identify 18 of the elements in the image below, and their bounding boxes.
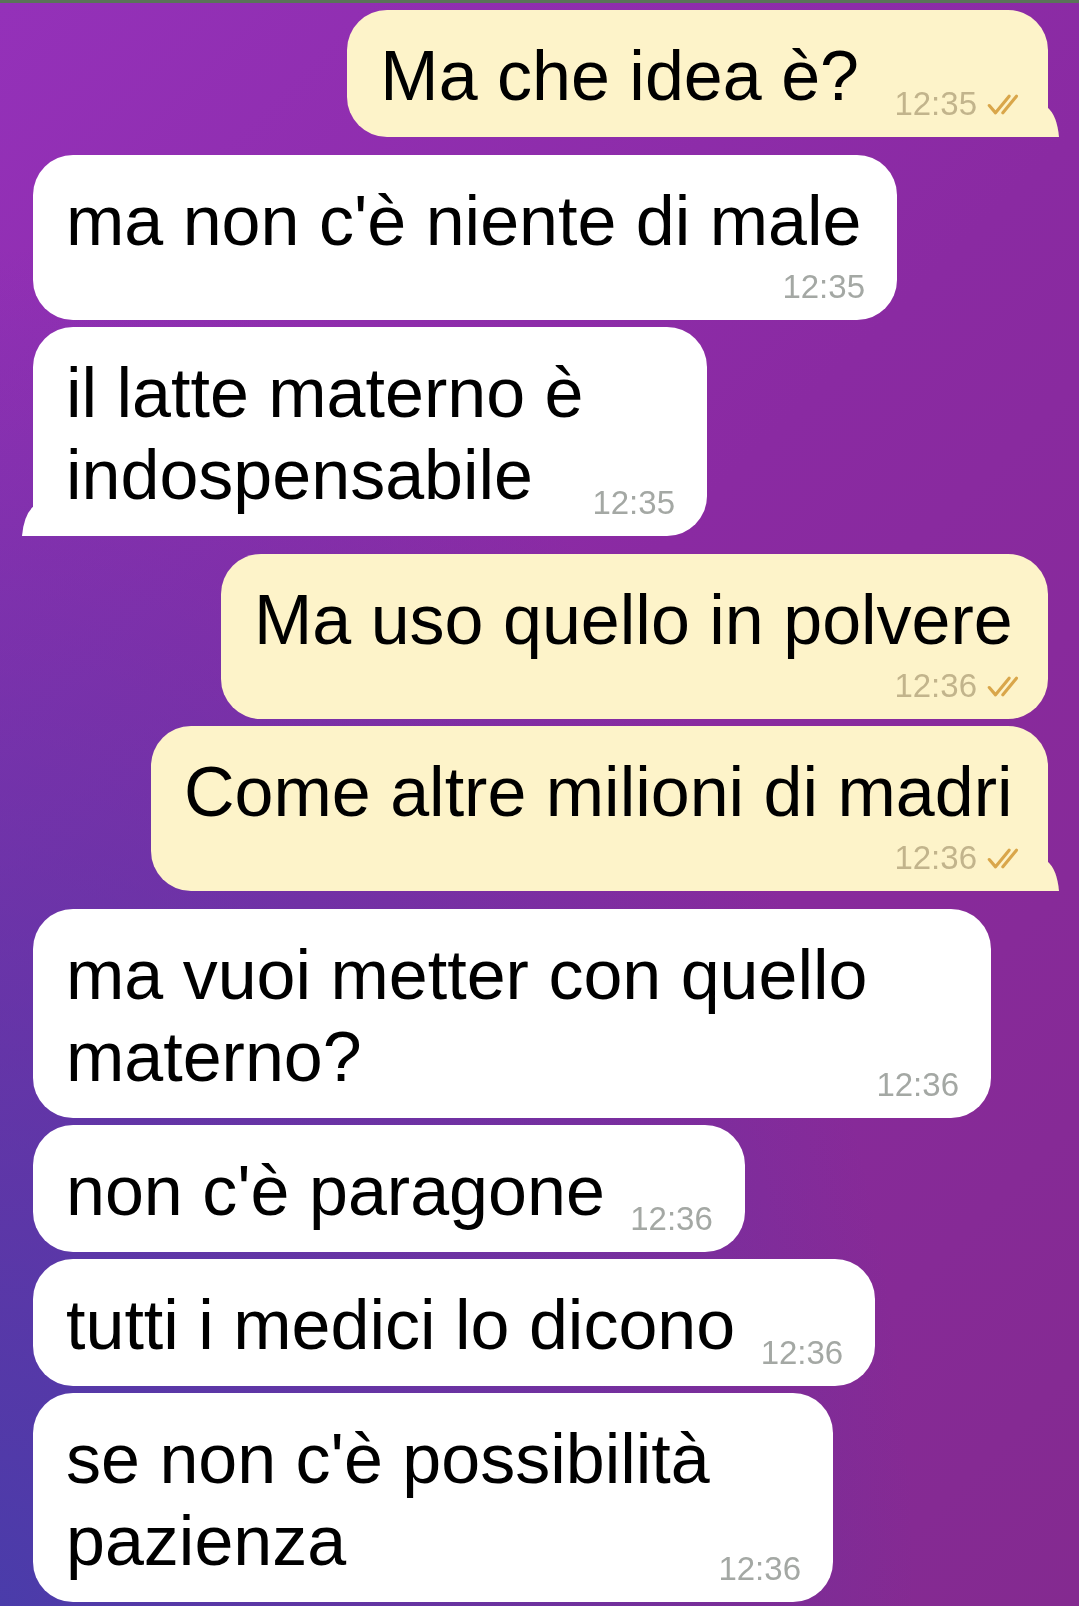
message-time: 12:35 — [782, 268, 865, 306]
message-time: 12:36 — [760, 1334, 844, 1372]
message-text: il latte materno è indospensabile — [66, 354, 584, 514]
message-text: ma vuoi metter con quello materno? — [66, 936, 868, 1096]
message-time: 12:36 — [718, 1550, 801, 1588]
message-time: 12:36 — [876, 1066, 959, 1104]
message-text: Ma uso quello in polvere — [254, 581, 1013, 659]
message-text: Come altre milioni di madri — [184, 753, 1013, 831]
message-text: Ma che idea è? — [380, 37, 859, 115]
message-text: tutti i medici lo dicono — [66, 1286, 736, 1364]
message-time: 12:36 — [894, 839, 977, 877]
message-text: non c'è paragone — [66, 1152, 605, 1230]
message-time: 12:35 — [894, 85, 977, 123]
message-text: se non c'è possibilità pazienza — [66, 1420, 710, 1580]
message-text: ma non c'è niente di male — [66, 182, 862, 260]
message-time: 12:36 — [630, 1200, 713, 1238]
message-time: 12:35 — [592, 484, 675, 522]
message-time: 12:36 — [894, 667, 977, 705]
